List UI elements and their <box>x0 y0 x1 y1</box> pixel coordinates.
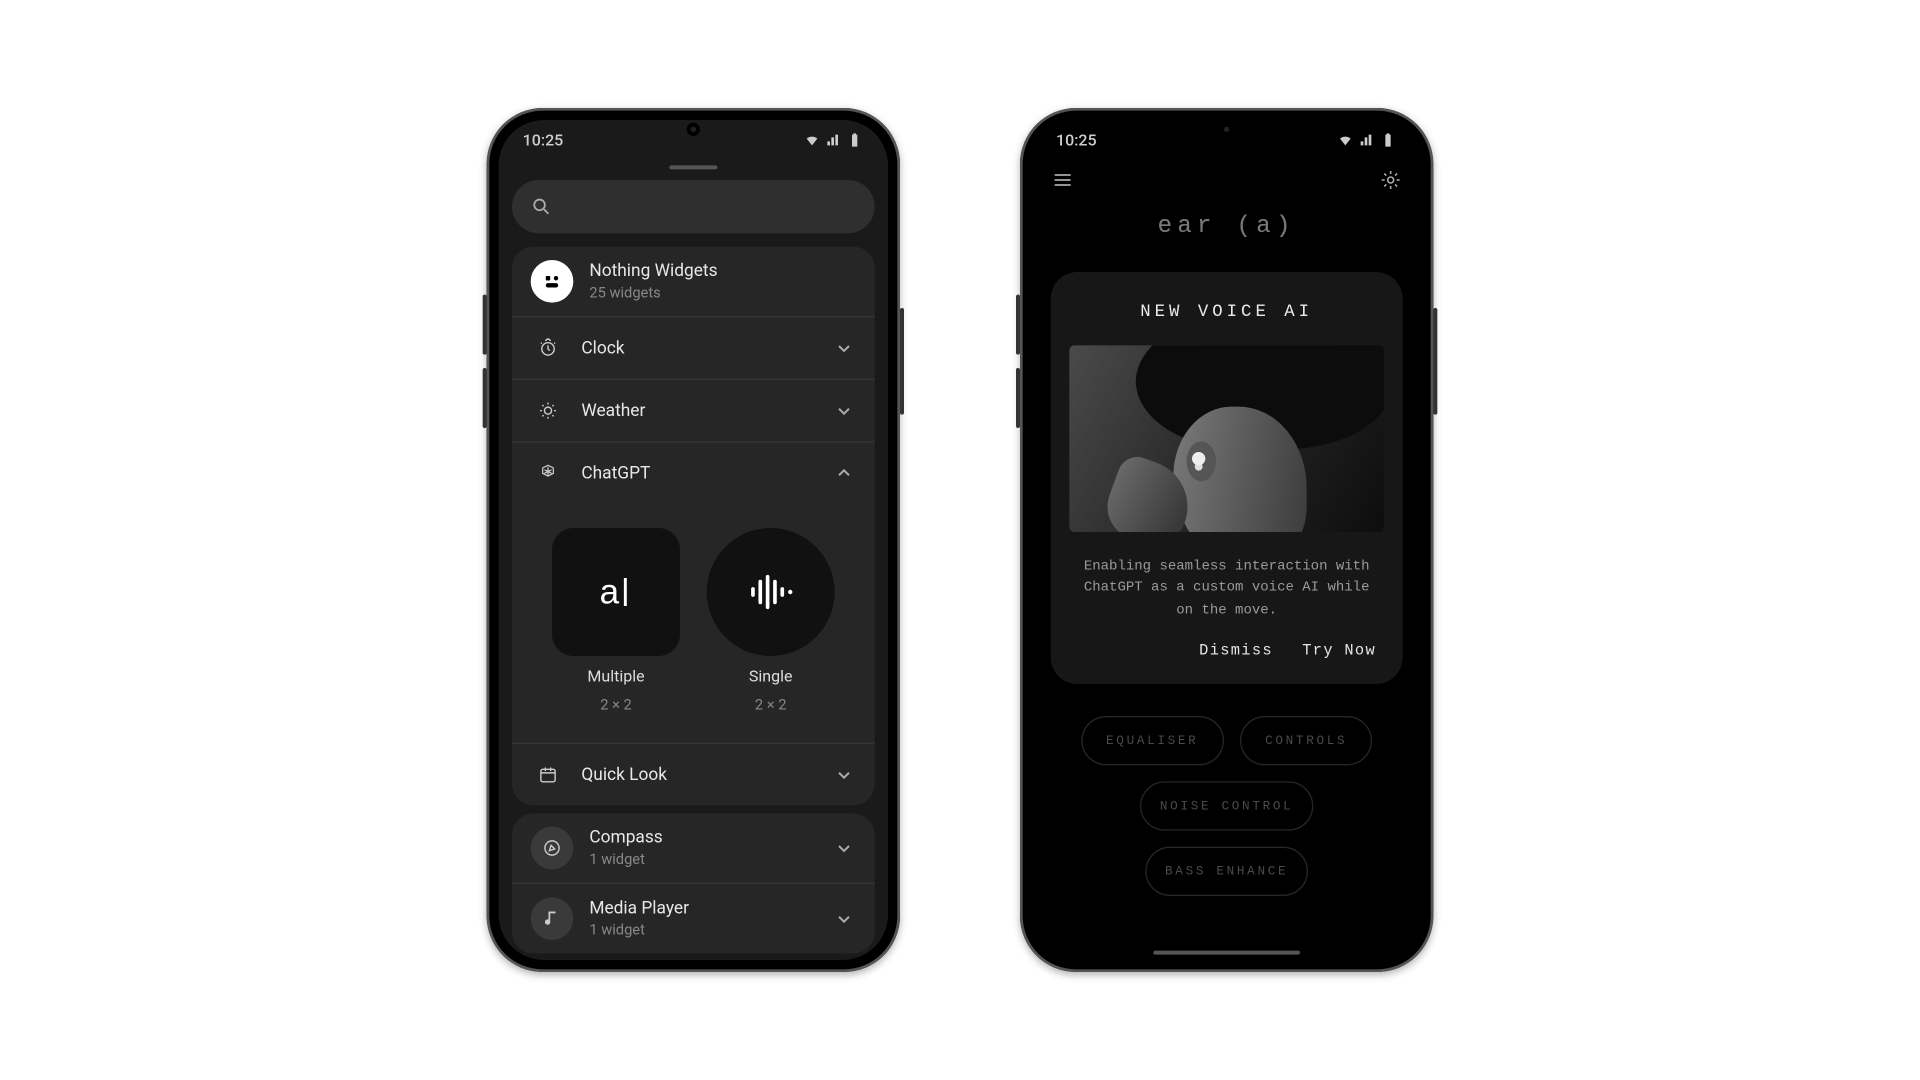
wifi-icon <box>803 132 822 148</box>
widgets-group-nothing: Nothing Widgets 25 widgets Clock Weather <box>512 247 875 806</box>
chatgpt-widgets: a Multiple 2 × 2 <box>512 504 875 743</box>
widgets-subtitle: 25 widgets <box>589 284 856 301</box>
try-now-button[interactable]: Try Now <box>1302 642 1376 659</box>
chip-bass-enhance[interactable]: BASS ENHANCE <box>1145 846 1308 895</box>
chevron-down-icon <box>832 399 856 423</box>
chevron-down-icon <box>832 836 856 860</box>
text-cursor-icon: a <box>588 564 644 620</box>
status-time: 10:25 <box>1056 131 1097 150</box>
promo-image <box>1069 345 1384 532</box>
chevron-down-icon <box>832 907 856 931</box>
voice-ai-modal: NEW VOICE AI Enabling seamless interacti… <box>1051 272 1403 684</box>
clock-icon <box>531 331 566 366</box>
svg-text:a: a <box>600 573 620 612</box>
phone-left: 10:25 Nothing Widgets 25 widgets <box>487 108 900 972</box>
music-icon <box>531 897 574 940</box>
row-weather[interactable]: Weather <box>512 379 875 442</box>
row-quicklook[interactable]: Quick Look <box>512 743 875 806</box>
phone-right: 10:25 ear (a) NEW VOICE AI Enabling seam… <box>1020 108 1433 972</box>
chevron-down-icon <box>832 336 856 360</box>
wifi-icon <box>1336 132 1355 148</box>
widgets-group-compass: Compass 1 widget Media Player 1 widget <box>512 813 875 953</box>
feature-chips: EQUALISER CONTROLS NOISE CONTROL BASS EN… <box>1032 684 1421 928</box>
weather-icon <box>531 393 566 428</box>
row-compass[interactable]: Compass 1 widget <box>512 813 875 882</box>
settings-icon[interactable] <box>1379 168 1403 192</box>
product-title: ear (a) <box>1032 213 1421 240</box>
widgets-title: Nothing Widgets <box>589 261 856 281</box>
chip-controls[interactable]: CONTROLS <box>1240 716 1373 765</box>
compass-icon <box>531 827 574 870</box>
chevron-up-icon <box>832 461 856 485</box>
modal-title: NEW VOICE AI <box>1069 301 1384 321</box>
nothing-logo-icon <box>531 260 574 303</box>
drag-handle[interactable] <box>669 165 717 169</box>
search-input[interactable] <box>512 180 875 233</box>
row-clock[interactable]: Clock <box>512 316 875 379</box>
modal-description: Enabling seamless interaction with ChatG… <box>1075 556 1379 621</box>
widget-multiple[interactable]: a Multiple 2 × 2 <box>552 528 680 713</box>
widget-single[interactable]: Single 2 × 2 <box>707 528 835 713</box>
signal-icon <box>1357 132 1376 148</box>
calendar-icon <box>531 757 566 792</box>
row-media-player[interactable]: Media Player 1 widget <box>512 883 875 954</box>
chevron-down-icon <box>832 763 856 787</box>
status-time: 10:25 <box>523 131 564 150</box>
search-icon <box>531 196 552 217</box>
chip-equaliser[interactable]: EQUALISER <box>1081 716 1224 765</box>
signal-icon <box>824 132 843 148</box>
chip-noise-control[interactable]: NOISE CONTROL <box>1140 781 1314 830</box>
widgets-header-nothing[interactable]: Nothing Widgets 25 widgets <box>512 247 875 316</box>
dismiss-button[interactable]: Dismiss <box>1199 642 1273 659</box>
status-icons <box>1336 132 1397 148</box>
menu-icon[interactable] <box>1051 168 1075 192</box>
battery-icon <box>1379 132 1398 148</box>
voice-wave-icon <box>741 563 800 622</box>
battery-icon <box>845 132 864 148</box>
app-topbar <box>1032 160 1421 213</box>
nav-gesture-bar[interactable] <box>1153 951 1300 955</box>
status-icons <box>803 132 864 148</box>
chatgpt-icon <box>531 456 566 491</box>
row-chatgpt[interactable]: ChatGPT <box>512 441 875 504</box>
